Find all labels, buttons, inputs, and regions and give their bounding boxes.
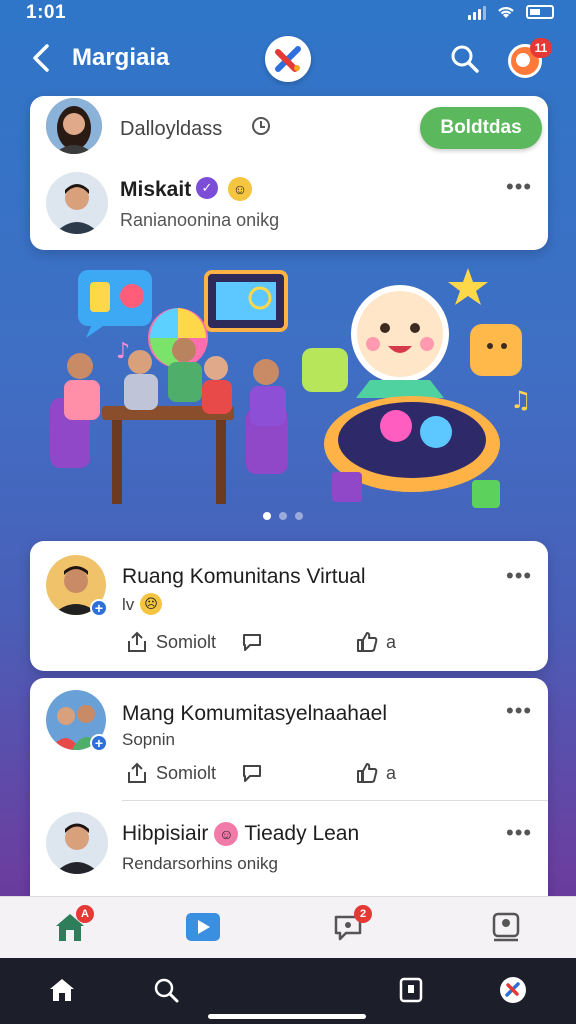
sys-app-button[interactable] — [497, 974, 529, 1006]
battery-icon — [526, 5, 554, 19]
comment-button[interactable] — [240, 762, 264, 784]
status-bar: 1:01 — [0, 0, 576, 26]
profile-icon — [492, 912, 520, 942]
avatar-woman-icon — [46, 98, 102, 154]
bottom-nav: A 2 — [0, 896, 576, 958]
sys-recent-button[interactable] — [395, 974, 427, 1006]
avatar-man-icon — [46, 172, 108, 234]
emoji-icon: ☺ — [228, 177, 252, 201]
wifi-icon — [498, 7, 514, 18]
carousel-dot[interactable] — [295, 512, 303, 520]
status-time: 1:01 — [26, 2, 67, 23]
row-title: Dalloyldass — [120, 118, 223, 140]
svg-text:♪: ♪ — [116, 339, 130, 364]
app-logo[interactable] — [265, 36, 311, 82]
search-icon — [451, 45, 479, 73]
post-card[interactable]: + Mang Komumitasyelnaahael Sopnin ••• So… — [30, 678, 548, 898]
share-button[interactable]: Somiolt — [126, 631, 216, 653]
nav-home[interactable]: A — [50, 905, 94, 947]
avatar-man-icon — [46, 812, 108, 874]
more-button[interactable]: ••• — [506, 565, 532, 587]
emoji-icon: ☺ — [214, 822, 239, 846]
comment-button[interactable] — [240, 631, 264, 653]
back-arrow-icon — [33, 44, 49, 72]
post-card[interactable]: + Ruang Komunitans Virtual lv ☹ ••• Somi… — [30, 541, 548, 671]
nav-chat[interactable]: 2 — [328, 905, 372, 947]
add-friend-icon[interactable]: + — [90, 734, 108, 752]
user-name[interactable]: Miskait — [120, 178, 191, 202]
nav-badge: 2 — [354, 905, 372, 923]
search-icon — [154, 978, 179, 1003]
comment-icon — [243, 765, 261, 782]
user-subtitle: Ranianoonina onikg — [120, 210, 280, 230]
search-button[interactable] — [448, 42, 482, 76]
home-indicator[interactable] — [208, 1014, 366, 1019]
share-label: Somiolt — [156, 631, 217, 652]
recent-apps-icon — [399, 977, 423, 1003]
divider — [122, 800, 548, 801]
like-icon — [357, 632, 378, 652]
hero-illustration[interactable]: ♪ ♫ — [40, 258, 540, 520]
app-logo-icon — [500, 977, 526, 1003]
verified-icon: ✓ — [196, 177, 218, 199]
carousel-dot[interactable] — [263, 512, 271, 520]
system-nav-bar — [0, 958, 576, 1024]
add-friend-icon[interactable]: + — [90, 599, 108, 617]
emoji-icon: ☹ — [140, 593, 162, 615]
primary-action-button[interactable]: Boldtdas — [420, 107, 542, 149]
post-title-suffix: Tieady Lean — [244, 822, 360, 845]
post-subtitle: lv — [122, 595, 135, 614]
home-icon — [50, 979, 74, 1001]
avatar[interactable] — [46, 98, 102, 154]
like-count: a — [386, 631, 397, 652]
like-icon — [357, 763, 378, 783]
back-button[interactable] — [26, 40, 56, 76]
app-logo-icon — [275, 46, 301, 72]
post-title[interactable]: Ruang Komunitans Virtual — [122, 565, 366, 589]
nav-video[interactable] — [183, 907, 223, 947]
avatar[interactable] — [46, 172, 108, 234]
top-card: Dalloyldass Boldtdas Miskait ✓ ☺ Raniano… — [30, 96, 548, 250]
share-icon — [128, 762, 146, 783]
notification-button[interactable]: 11 — [506, 38, 552, 80]
carousel-indicator[interactable] — [263, 512, 303, 520]
play-icon — [186, 913, 220, 941]
post-title[interactable]: Hibpisiair ☺ Tieady Lean — [122, 822, 359, 846]
sys-search-button[interactable] — [150, 974, 182, 1006]
avatar[interactable] — [46, 812, 108, 874]
header: Margiaia 11 — [0, 30, 576, 86]
status-icons — [468, 4, 554, 20]
like-count: a — [386, 762, 397, 783]
share-icon — [128, 631, 146, 652]
nav-badge: A — [76, 905, 94, 923]
clock-icon — [252, 117, 270, 135]
post-subtitle: Sopnin — [122, 730, 175, 749]
signal-icon — [468, 4, 486, 20]
comment-icon — [243, 634, 261, 651]
more-button[interactable]: ••• — [506, 176, 532, 198]
carousel-dot[interactable] — [279, 512, 287, 520]
more-button[interactable]: ••• — [506, 700, 532, 722]
share-button[interactable]: Somiolt — [126, 762, 216, 784]
like-button[interactable]: a — [356, 631, 396, 653]
post-title[interactable]: Mang Komumitasyelnaahael — [122, 702, 387, 726]
svg-text:♫: ♫ — [510, 386, 532, 414]
more-button[interactable]: ••• — [506, 822, 532, 844]
nav-profile[interactable] — [486, 907, 526, 947]
sys-home-button[interactable] — [46, 974, 78, 1006]
post-title-prefix: Hibpisiair — [122, 822, 209, 845]
page-title: Margiaia — [72, 44, 170, 71]
post-subtitle: Rendarsorhins onikg — [122, 854, 278, 873]
community-illustration: ♪ ♫ — [50, 268, 532, 508]
notification-badge: 11 — [530, 38, 552, 58]
like-button[interactable]: a — [356, 762, 396, 784]
share-label: Somiolt — [156, 762, 217, 783]
